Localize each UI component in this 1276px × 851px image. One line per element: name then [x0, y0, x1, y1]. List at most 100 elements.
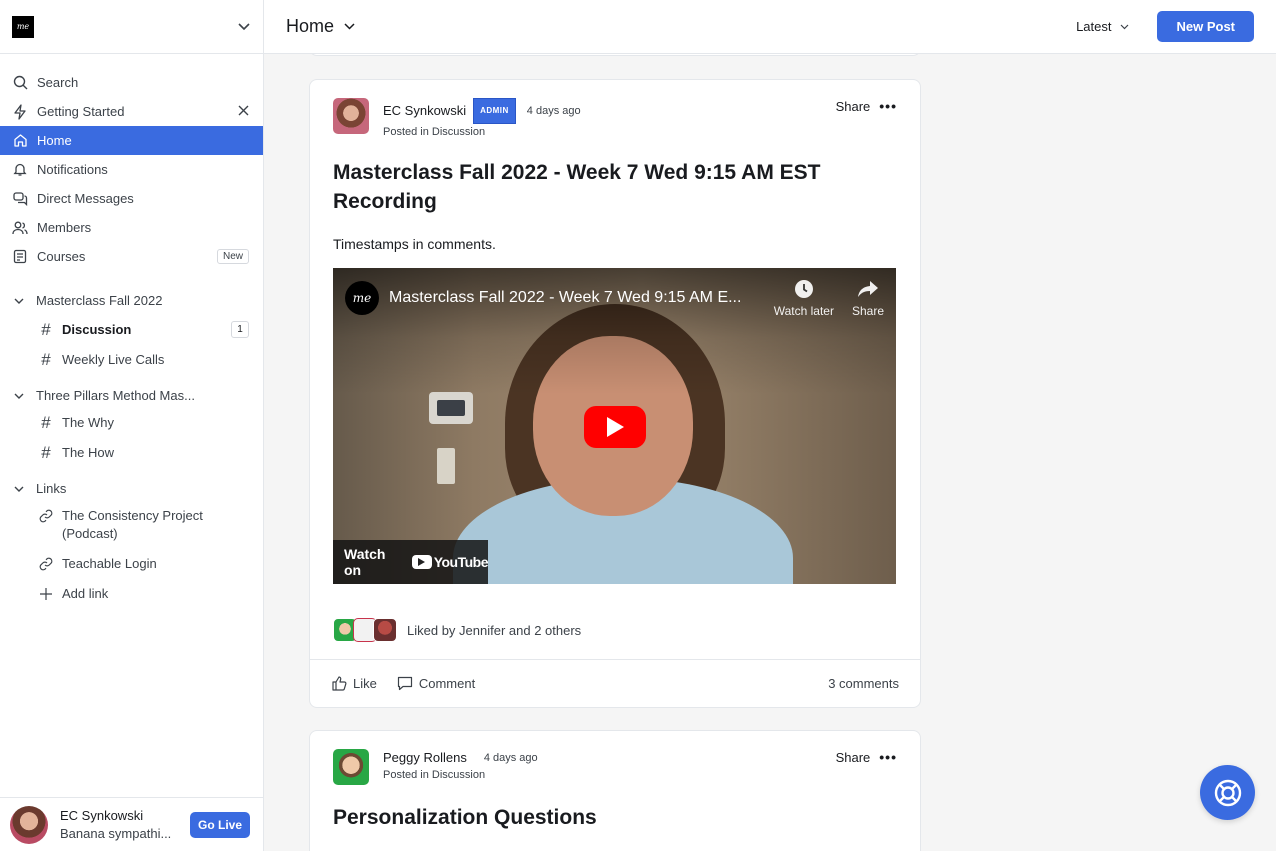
section-title: Masterclass Fall 2022	[36, 293, 163, 308]
section-title: Three Pillars Method Mas...	[36, 388, 195, 403]
sidebar-item-label: The How	[62, 445, 115, 460]
post-title[interactable]: Personalization Questions	[310, 785, 920, 832]
post-actions: Share •••	[836, 98, 897, 114]
bell-icon	[12, 162, 28, 178]
search-icon	[12, 75, 28, 91]
sidebar-item-home[interactable]: Home	[0, 126, 263, 155]
posted-in-space[interactable]: Posted in Discussion	[383, 767, 538, 783]
comment-label: Comment	[418, 676, 476, 691]
comment-button[interactable]: Comment	[397, 676, 475, 691]
sidebar-item-notifications[interactable]: Notifications	[0, 155, 263, 184]
watch-on-youtube-button[interactable]: Watch on YouTube	[333, 540, 489, 584]
sidebar-item-label: Home	[37, 133, 72, 148]
video-top-bar: me Masterclass Fall 2022 - Week 7 Wed 9:…	[333, 268, 896, 328]
app-root: me Search Getting Started Home Notificat…	[0, 0, 1276, 851]
sidebar-item-discussion[interactable]: # Discussion 1	[0, 315, 263, 345]
comments-count[interactable]: 3 comments	[828, 676, 899, 691]
share-arrow-icon	[857, 278, 879, 300]
section-three-pillars-toggle[interactable]: Three Pillars Method Mas...	[0, 381, 263, 410]
hashtag-icon: #	[41, 350, 51, 369]
section-links-toggle[interactable]: Links	[0, 474, 263, 503]
current-user-info[interactable]: EC Synkowski Banana sympathi...	[60, 807, 190, 843]
youtube-wordmark: YouTube	[433, 554, 489, 570]
sidebar-nav: Search Getting Started Home Notification…	[0, 54, 263, 609]
post-time: 4 days ago	[526, 105, 581, 117]
sidebar-item-weekly-live-calls[interactable]: # Weekly Live Calls	[0, 345, 263, 375]
watch-later-label: Watch later	[773, 304, 834, 318]
post-title[interactable]: Masterclass Fall 2022 - Week 7 Wed 9:15 …	[310, 140, 920, 216]
post-author[interactable]: EC Synkowski	[383, 102, 466, 120]
channel-logo[interactable]: me	[345, 281, 379, 315]
header-actions: Latest New Post	[1076, 11, 1254, 42]
chevron-down-icon	[1117, 20, 1131, 34]
more-options-icon[interactable]: •••	[879, 749, 897, 765]
post-author[interactable]: Peggy Rollens	[383, 749, 467, 767]
avatar[interactable]	[333, 98, 369, 134]
likes-summary[interactable]: Liked by Jennifer and 2 others	[310, 584, 920, 642]
posted-in-space[interactable]: Posted in Discussion	[383, 124, 581, 140]
sidebar-item-label: Members	[37, 220, 92, 235]
chevron-down-icon	[14, 298, 26, 304]
page-title: Home	[286, 16, 335, 36]
lifebuoy-icon	[1214, 779, 1241, 806]
avatar[interactable]	[333, 749, 369, 785]
sidebar-item-courses[interactable]: Courses New	[0, 242, 263, 271]
link-icon	[38, 507, 54, 525]
sidebar-item-the-why[interactable]: # The Why	[0, 410, 263, 438]
home-icon	[12, 133, 28, 149]
post-meta: Peggy Rollens 4 days ago Posted in Discu…	[383, 749, 538, 783]
sidebar-item-members[interactable]: Members	[0, 213, 263, 242]
chevron-down-icon	[14, 486, 26, 492]
thumbs-up-icon	[332, 676, 347, 691]
previous-post-card-edge	[309, 54, 921, 56]
share-button[interactable]: Share	[836, 750, 871, 765]
sidebar-item-getting-started[interactable]: Getting Started	[0, 97, 263, 126]
avatar[interactable]	[10, 805, 48, 844]
sidebar-item-label: Teachable Login	[62, 556, 157, 571]
top-header: Home Latest New Post	[264, 0, 1276, 54]
sidebar-item-label: Search	[37, 75, 79, 90]
sort-dropdown[interactable]: Latest	[1076, 19, 1131, 34]
sidebar-item-label: The Consistency Project (Podcast)	[62, 508, 203, 541]
like-button[interactable]: Like	[332, 676, 377, 691]
comment-icon	[397, 676, 413, 691]
sidebar-link-teachable-login[interactable]: Teachable Login	[0, 549, 263, 579]
hashtag-icon: #	[41, 413, 51, 432]
play-button[interactable]	[584, 406, 646, 448]
lightning-icon	[12, 103, 28, 120]
video-embed[interactable]: me Masterclass Fall 2022 - Week 7 Wed 9:…	[333, 268, 896, 584]
video-title[interactable]: Masterclass Fall 2022 - Week 7 Wed 9:15 …	[389, 289, 756, 307]
page-title-dropdown[interactable]: Home	[286, 16, 356, 37]
members-icon	[12, 220, 28, 236]
post-time: 4 days ago	[483, 752, 538, 764]
hashtag-icon: #	[41, 320, 51, 339]
sidebar-item-label: Notifications	[37, 162, 108, 177]
chevron-down-icon[interactable]	[237, 20, 251, 34]
sidebar-link-consistency-project[interactable]: The Consistency Project (Podcast)	[0, 503, 263, 549]
avatar	[373, 618, 397, 642]
go-live-button[interactable]: Go Live	[189, 811, 250, 838]
play-icon	[607, 417, 624, 437]
help-button[interactable]	[1200, 765, 1255, 820]
sidebar-item-direct-messages[interactable]: Direct Messages	[0, 184, 263, 213]
sort-label: Latest	[1076, 19, 1112, 34]
youtube-play-icon	[411, 555, 432, 569]
sidebar-item-search[interactable]: Search	[0, 68, 263, 97]
community-switcher[interactable]: me	[0, 0, 263, 54]
sidebar-item-label: Weekly Live Calls	[62, 352, 165, 367]
watch-later-button[interactable]: Watch later	[774, 278, 834, 318]
add-link-button[interactable]: Add link	[0, 579, 263, 609]
share-button[interactable]: Share	[836, 99, 871, 114]
section-masterclass-toggle[interactable]: Masterclass Fall 2022	[0, 286, 263, 315]
video-share-button[interactable]: Share	[852, 278, 884, 318]
sidebar-item-label: Direct Messages	[37, 191, 134, 206]
sidebar-item-the-how[interactable]: # The How	[0, 438, 263, 468]
sidebar-item-label: Add link	[62, 586, 109, 601]
more-options-icon[interactable]: •••	[879, 98, 897, 114]
hashtag-icon: #	[41, 443, 51, 462]
current-user-panel: EC Synkowski Banana sympathi... Go Live	[0, 797, 264, 851]
clock-icon	[794, 278, 814, 300]
close-icon[interactable]	[238, 104, 249, 119]
new-post-button[interactable]: New Post	[1157, 11, 1254, 42]
post-card: Peggy Rollens 4 days ago Posted in Discu…	[309, 730, 921, 851]
